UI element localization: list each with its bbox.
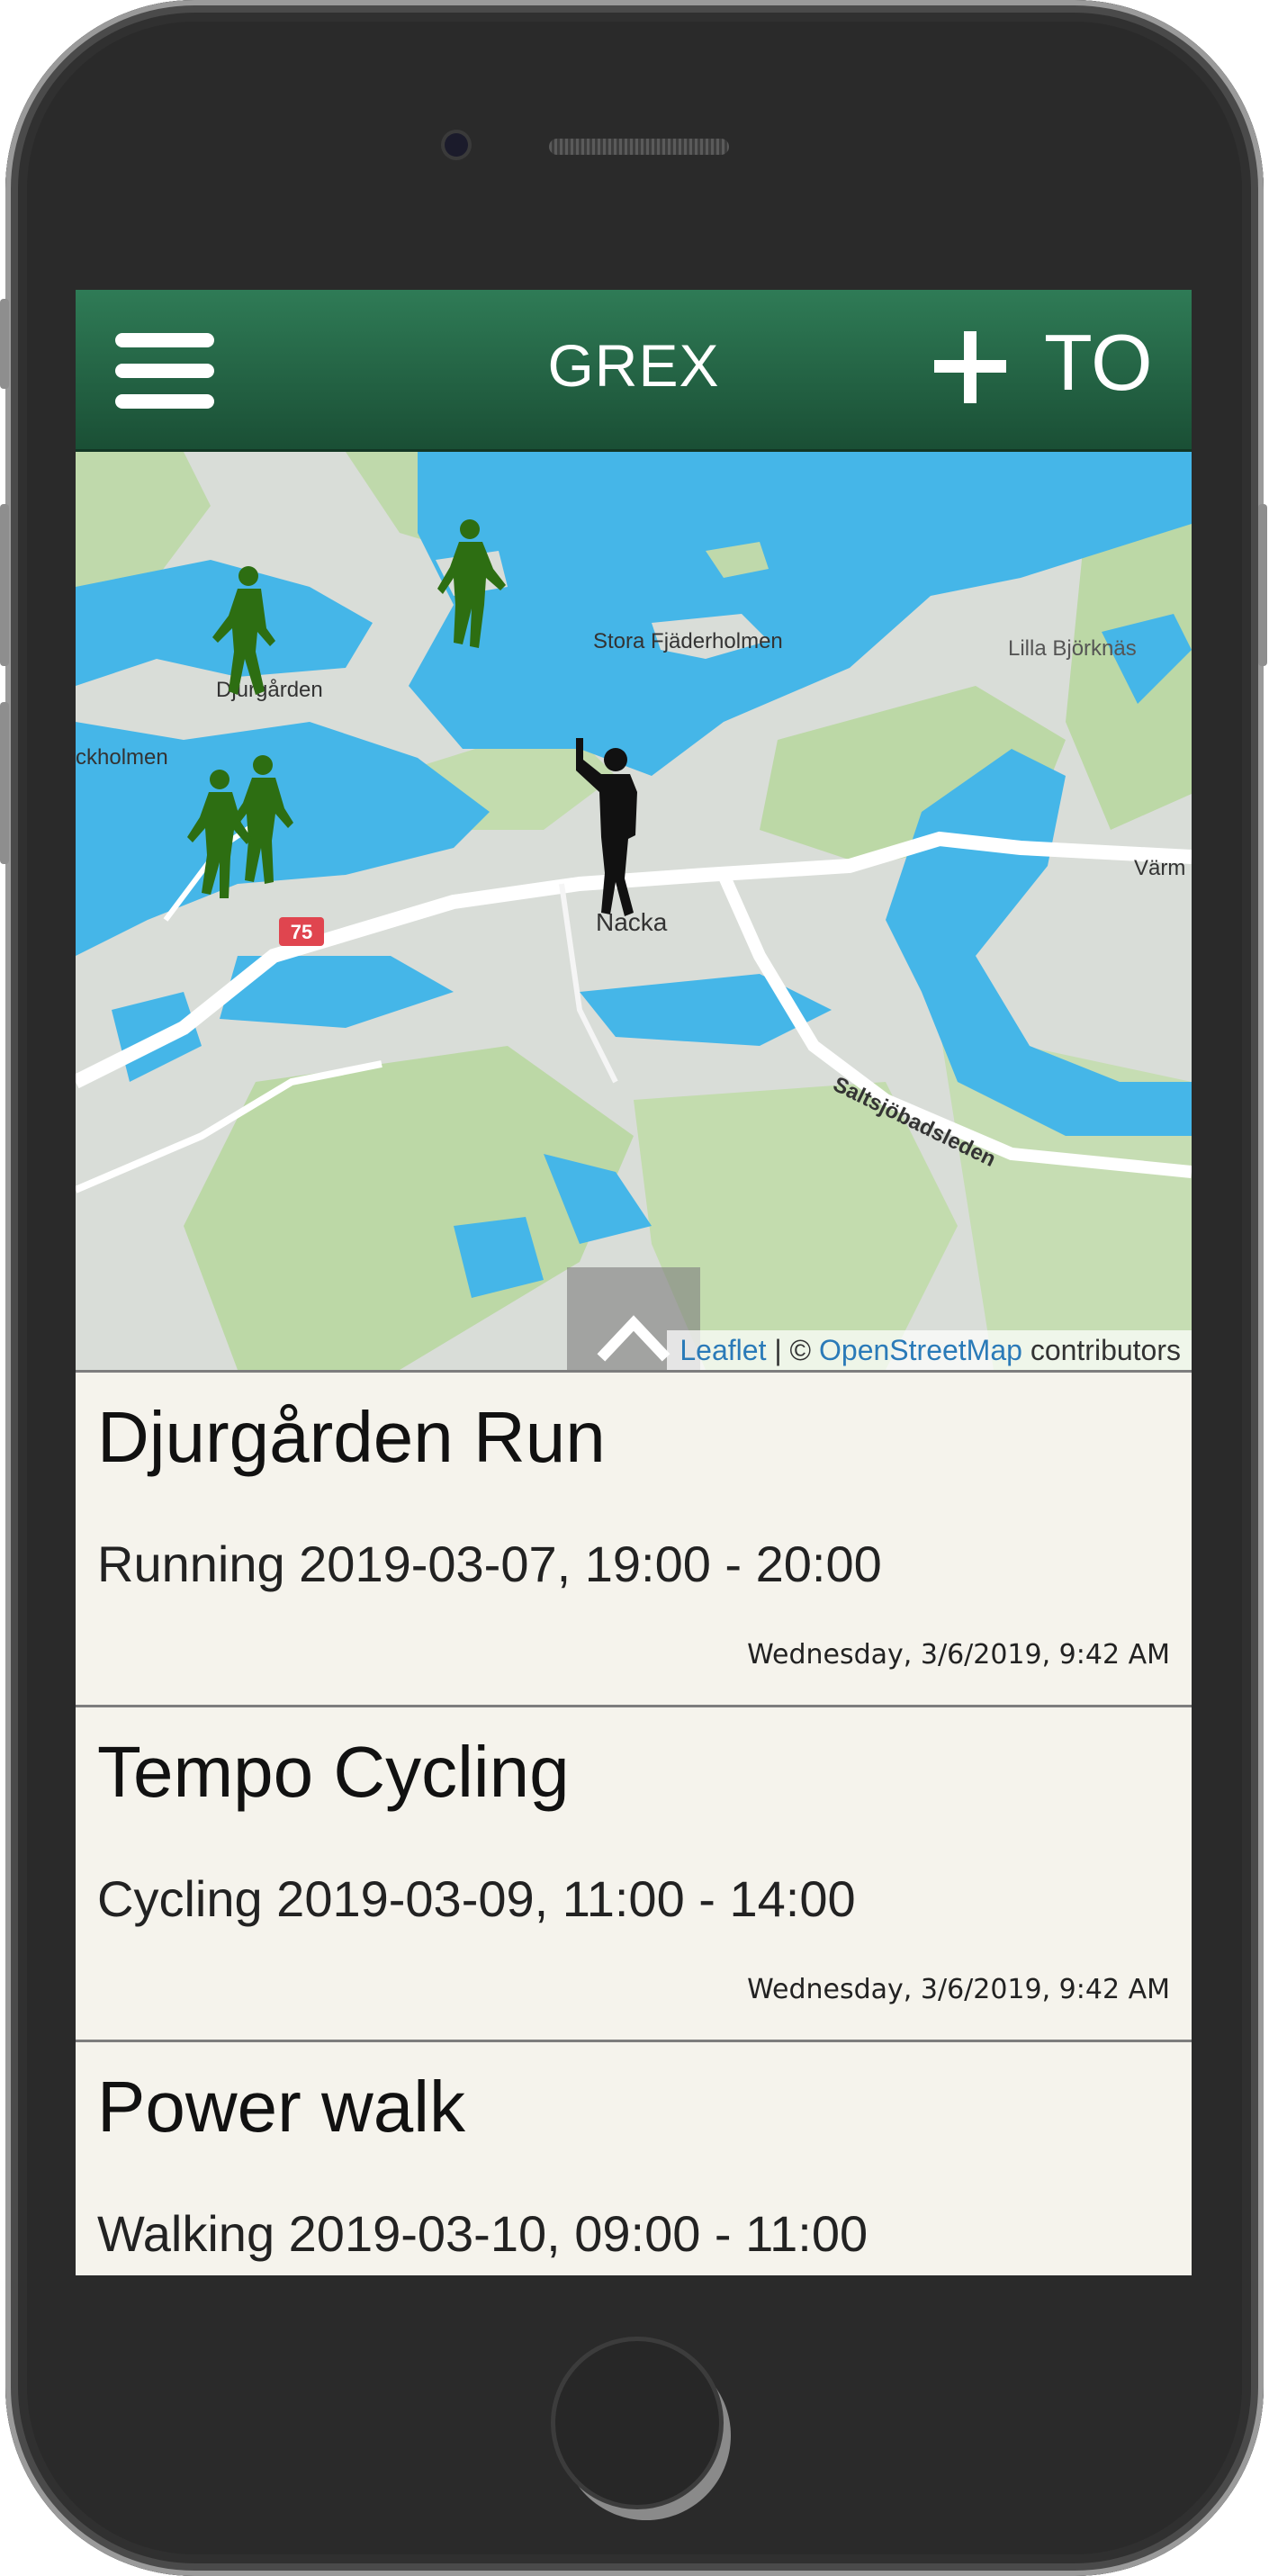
event-subtitle: Walking 2019-03-10, 09:00 - 11:00	[97, 2205, 868, 2262]
runner-icon[interactable]	[185, 769, 257, 904]
event-created-timestamp: Wednesday, 3/6/2019, 9:42 AM	[747, 1639, 1170, 1671]
event-card[interactable]: Power walk Walking 2019-03-10, 09:00 - 1…	[76, 2040, 1192, 2275]
earpiece-speaker	[549, 139, 729, 155]
event-subtitle: Cycling 2019-03-09, 11:00 - 14:00	[97, 1870, 856, 1927]
event-list: Djurgården Run Running 2019-03-07, 19:00…	[76, 1370, 1192, 2275]
phone-frame: GREX TO 75 Stora Fjäderholmen Lilla Björ…	[0, 0, 1267, 2576]
map-view[interactable]: 75 Stora Fjäderholmen Lilla Björknäs Dju…	[76, 452, 1192, 1370]
person-waving-icon[interactable]	[571, 738, 652, 918]
home-button[interactable]	[551, 2337, 724, 2509]
add-event-button[interactable]	[932, 324, 1008, 410]
attribution-suffix: contributors	[1022, 1334, 1181, 1366]
runner-icon[interactable]	[436, 518, 508, 653]
front-camera	[445, 133, 468, 157]
app-title: GREX	[547, 332, 720, 399]
volume-down-button	[0, 702, 9, 864]
to-label[interactable]: TO	[1044, 317, 1153, 409]
attribution-separator: | ©	[766, 1334, 820, 1366]
map-attribution: Leaflet | © OpenStreetMap contributors	[667, 1330, 1192, 1370]
event-card[interactable]: Djurgården Run Running 2019-03-07, 19:00…	[76, 1370, 1192, 1705]
event-title: Tempo Cycling	[97, 1732, 570, 1812]
event-title: Djurgården Run	[97, 1397, 606, 1477]
app-screen: GREX TO 75 Stora Fjäderholmen Lilla Björ…	[76, 290, 1192, 2275]
app-header: GREX TO	[76, 290, 1192, 452]
volume-up-button	[0, 504, 9, 666]
mute-switch	[0, 299, 9, 389]
leaflet-link[interactable]: Leaflet	[680, 1334, 766, 1366]
road-badge-label: 75	[291, 921, 312, 943]
openstreetmap-link[interactable]: OpenStreetMap	[819, 1334, 1022, 1366]
event-subtitle: Running 2019-03-07, 19:00 - 20:00	[97, 1536, 882, 1592]
map-label-stockholmen: ckholmen	[76, 745, 168, 770]
event-title: Power walk	[97, 2067, 466, 2147]
map-label-stora-fjaderholmen: Stora Fjäderholmen	[593, 629, 783, 653]
map-label-varmdo: Värm	[1134, 856, 1185, 880]
event-created-timestamp: Wednesday, 3/6/2019, 9:42 AM	[747, 1974, 1170, 2005]
runner-icon[interactable]	[211, 565, 283, 700]
map-label-lilla-bjorknas: Lilla Björknäs	[1008, 636, 1137, 661]
event-card[interactable]: Tempo Cycling Cycling 2019-03-09, 11:00 …	[76, 1705, 1192, 2040]
power-button	[1258, 504, 1267, 666]
